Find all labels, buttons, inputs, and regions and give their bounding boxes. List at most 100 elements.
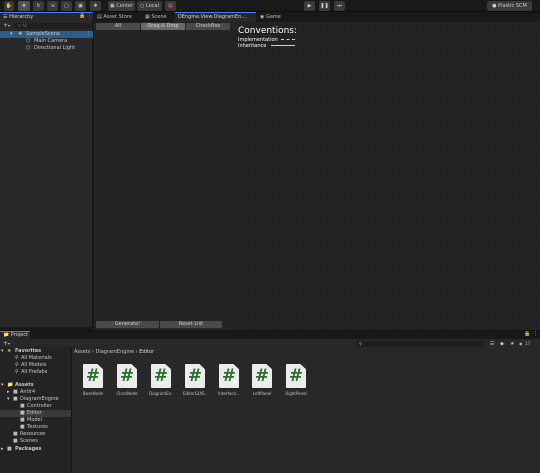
hidden-packages-icon[interactable]: ◉ — [519, 341, 523, 346]
scale-tool-icon[interactable]: ⇲ — [47, 1, 58, 11]
lock-icon[interactable]: 🔒 — [524, 331, 530, 337]
folder-item[interactable]: ▸ ■ Antlr4 — [0, 389, 71, 396]
script-file[interactable]: # LeftPanel — [250, 364, 274, 396]
folder-label: Scenes — [20, 438, 38, 444]
folder-icon: ■ — [20, 417, 25, 423]
left-tab-all[interactable]: All — [96, 23, 140, 30]
diagram-canvas[interactable]: Conventions: Implementation Inheritance — [237, 22, 540, 330]
expand-arrow-icon: ▾ — [7, 396, 10, 402]
hierarchy-tab-label: Hierarchy — [9, 14, 34, 20]
file-name: Interface... — [218, 391, 240, 396]
filter-type-icon[interactable]: ☰ — [490, 341, 494, 347]
favorites-header[interactable]: ▾ ★ Favorites — [0, 348, 71, 355]
main-toolbar: ✋ ✥ ↻ ⇲ ▢ ▣ ❖ ▣ Center ○ Local ▦ ▶ ❚❚ ⏭ … — [0, 0, 540, 12]
script-file[interactable]: # ClassNode — [115, 364, 139, 396]
expand-arrow-icon: ▸ — [7, 389, 10, 395]
search-icon: ⚲ — [18, 23, 21, 28]
folder-label: DiagramEngine — [20, 396, 59, 402]
game-tab-label: Game — [265, 14, 281, 20]
pivot-icon: ▣ — [109, 3, 115, 9]
hierarchy-item-directional-light[interactable]: ⬡ Directional Light — [0, 45, 93, 52]
project-search-input[interactable]: ⚲ — [356, 341, 484, 347]
folder-item[interactable]: ■ Scenes — [0, 438, 71, 445]
lock-icon[interactable]: 🔒 — [79, 13, 85, 19]
more-menu-icon[interactable]: ⋮ — [533, 331, 538, 337]
left-tab-drag-drop[interactable]: Drag & Drop — [141, 23, 185, 30]
favorite-item[interactable]: ⚲ All Models — [0, 362, 71, 369]
scene-more-icon[interactable]: ⋮ — [86, 31, 91, 38]
folder-item[interactable]: ■ Textures — [0, 424, 71, 431]
script-file[interactable]: # EditorGUIS... — [183, 364, 207, 396]
hidden-count: 17 — [525, 341, 531, 346]
folder-item[interactable]: ■ Resources — [0, 431, 71, 438]
hierarchy-search-placeholder: All — [22, 23, 28, 28]
dropdown-icon[interactable]: ▾ — [8, 341, 10, 346]
space-local-toggle[interactable]: ○ Local — [137, 1, 162, 11]
tab-project[interactable]: 📁 Project — [0, 331, 30, 339]
grid-snap-icon[interactable]: ▦ — [165, 1, 176, 11]
hand-tool-icon[interactable]: ✋ — [4, 1, 14, 11]
mouse-cursor-icon: ⬈ — [232, 378, 238, 386]
search-icon: ⚲ — [15, 362, 19, 368]
rotate-tool-icon[interactable]: ↻ — [33, 1, 44, 11]
hierarchy-search-input[interactable]: ⚲ All — [14, 23, 91, 29]
hierarchy-search-row: + ▾ ⚲ All — [2, 22, 91, 30]
filter-label-icon[interactable]: ◆ — [500, 341, 504, 347]
scene-icon: ▦ — [145, 14, 150, 20]
space-label: Local — [146, 3, 159, 9]
script-file[interactable]: # RightPanel — [284, 364, 308, 396]
transform-tool-icon[interactable]: ▣ — [75, 1, 86, 11]
tab-diagram-engine[interactable]: DEngine.View.DiagramEn... — [175, 12, 256, 22]
tab-game[interactable]: ◉ Game — [257, 12, 289, 22]
main-camera-label: Main Camera — [34, 38, 68, 44]
folder-icon: ■ — [13, 389, 18, 395]
pivot-center-toggle[interactable]: ▣ Center — [108, 1, 135, 11]
step-button[interactable]: ⏭ — [334, 1, 345, 11]
breadcrumb-item[interactable]: Assets — [74, 349, 90, 355]
file-name: LeftPanel — [252, 391, 272, 396]
folder-label: Textures — [27, 424, 48, 430]
plastic-label: Plastic SCM — [498, 3, 527, 9]
packages-header[interactable]: ▸ ■ Packages — [0, 446, 71, 453]
folder-label: Model — [27, 417, 43, 423]
pause-button[interactable]: ❚❚ — [319, 1, 330, 11]
favorite-item[interactable]: ⚲ All Prefabs — [0, 369, 71, 376]
assets-header[interactable]: ▾ 📁 Assets — [0, 382, 71, 389]
plastic-scm-button[interactable]: ● Plastic SCM — [487, 1, 532, 11]
breadcrumb-item[interactable]: DiagramEngine — [95, 349, 134, 355]
favorite-item[interactable]: ⚲ All Materials — [0, 355, 71, 362]
hierarchy-item-samplescene[interactable]: ▾ ❖ SampleScene ⋮ — [0, 31, 93, 38]
tab-scene[interactable]: ▦ Scene — [142, 12, 174, 22]
folder-icon: 📁 — [3, 332, 10, 338]
left-tab-checkbox[interactable]: CheckBox — [186, 23, 230, 30]
star-filter-icon[interactable]: ★ — [510, 341, 514, 347]
script-file[interactable]: # BaseNode — [81, 364, 105, 396]
hierarchy-item-main-camera[interactable]: ⬡ Main Camera — [0, 38, 93, 45]
tab-asset-store[interactable]: ▤ Asset Store — [94, 12, 142, 22]
folder-item-editor[interactable]: ■ Editor — [0, 410, 71, 417]
move-tool-icon[interactable]: ✥ — [18, 1, 30, 11]
expand-arrow-icon: ▾ — [10, 31, 13, 37]
file-name: BaseNode — [82, 391, 104, 396]
custom-tool-icon[interactable]: ❖ — [90, 1, 101, 11]
folder-item[interactable]: ■ Controller — [0, 403, 71, 410]
reset-list-button[interactable]: Reset List — [160, 321, 222, 328]
project-tab-label: Project — [10, 332, 28, 338]
folder-item[interactable]: ▾ ■ DiagramEngine — [0, 396, 71, 403]
folder-icon: ■ — [13, 438, 18, 444]
rect-tool-icon[interactable]: ▢ — [61, 1, 72, 11]
scene-name-label: SampleScene — [26, 31, 60, 37]
gamepad-icon: ◉ — [260, 14, 265, 20]
favorite-label: All Materials — [21, 355, 52, 361]
play-button[interactable]: ▶ — [304, 1, 315, 11]
dropdown-icon[interactable]: ▾ — [8, 23, 10, 28]
breadcrumb-item[interactable]: Editor — [139, 349, 154, 355]
folder-label: Resources — [20, 431, 46, 437]
list-icon: ☰ — [3, 14, 8, 20]
more-menu-icon[interactable]: ⋮ — [87, 13, 92, 19]
diagram-left-panel: All Drag & Drop CheckBox Generate! Reset… — [94, 22, 252, 330]
script-file[interactable]: # DiagramEn... — [149, 364, 173, 396]
assets-label: Assets — [15, 382, 34, 388]
generate-button[interactable]: Generate! — [96, 321, 159, 328]
folder-item[interactable]: ■ Model — [0, 417, 71, 424]
